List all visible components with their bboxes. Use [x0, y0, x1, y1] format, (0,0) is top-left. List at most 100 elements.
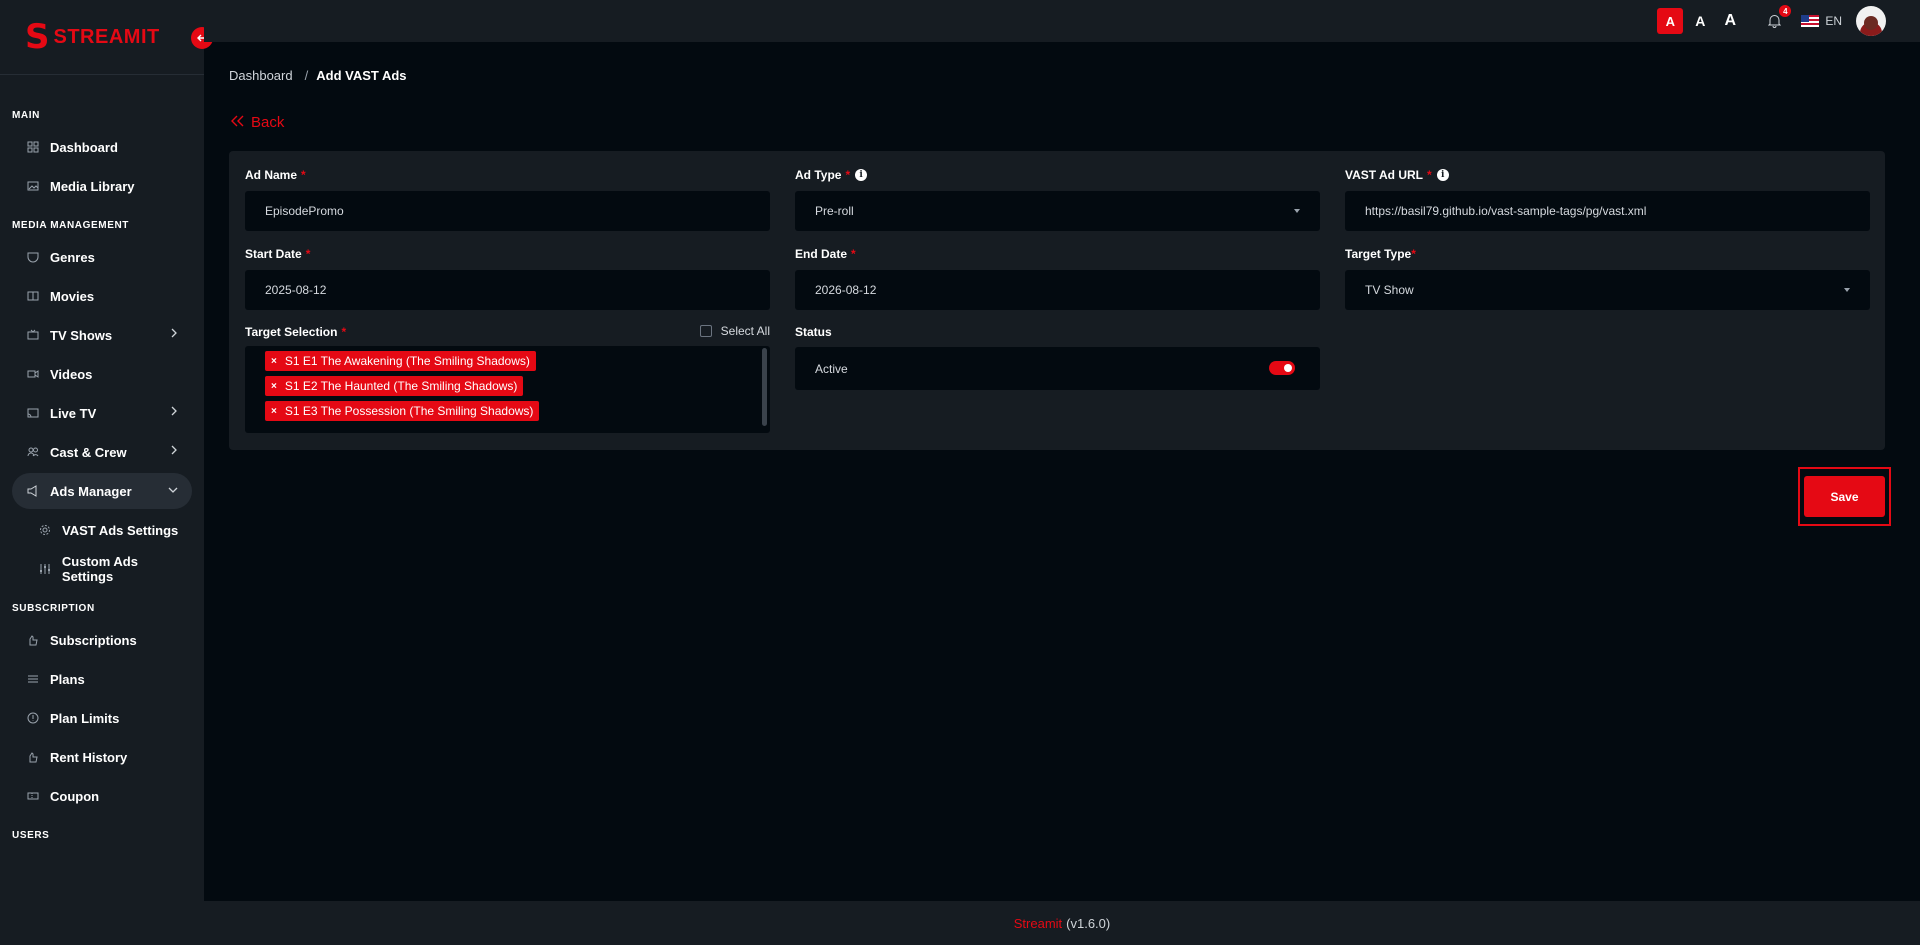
breadcrumb: Dashboard / Add VAST Ads [229, 68, 407, 83]
status-toggle-switch[interactable] [1269, 361, 1295, 375]
sidebar-item-label: VAST Ads Settings [62, 522, 179, 538]
ad-type-value: Pre-roll [815, 204, 854, 218]
required-mark: * [845, 168, 851, 182]
gallery-icon [26, 179, 40, 193]
start-date-label: Start Date * [245, 246, 770, 262]
chevron-right-icon [170, 444, 178, 458]
font-size-medium-button[interactable]: A [1687, 8, 1713, 34]
remove-tag-icon[interactable]: × [271, 356, 277, 367]
sidebar-item-dashboard[interactable]: Dashboard [12, 129, 192, 165]
font-size-small-button[interactable]: A [1657, 8, 1684, 34]
tv-icon [26, 328, 40, 342]
sidebar-item-label: Genres [50, 249, 95, 265]
sidebar-item-label: Movies [50, 288, 95, 304]
remove-tag-icon[interactable]: × [271, 381, 277, 392]
sidebar-item-label: Rent History [50, 749, 128, 765]
us-flag-icon[interactable] [1801, 15, 1820, 27]
ad-type-label: Ad Type * i [795, 167, 1320, 183]
sidebar-item-plans[interactable]: Plans [12, 661, 192, 697]
sidebar-item-label: Videos [50, 366, 93, 382]
sidebar-item-vast-ads-settings[interactable]: VAST Ads Settings [12, 512, 192, 548]
ad-type-group: Ad Type * i [795, 167, 1320, 183]
sidebar-item-cast-crew[interactable]: Cast & Crew [12, 434, 192, 470]
brand-logo[interactable]: S STREAMIT [0, 0, 213, 75]
sidebar-item-ads-manager[interactable]: Ads Manager [12, 473, 192, 509]
notifications-button[interactable]: 4 [1765, 5, 1792, 30]
sidebar-item-videos[interactable]: Videos [12, 356, 192, 392]
required-mark: * [301, 168, 306, 182]
selected-tag: × S1 E2 The Haunted (The Smiling Shadows… [265, 376, 524, 396]
end-date-value: 2026-08-12 [815, 283, 877, 297]
sidebar-item-movies[interactable]: Movies [12, 278, 192, 314]
vast-ad-form-card: Ad Name * EpisodePromo Ad Type * i Pre-roll… [229, 151, 1885, 450]
checkbox-box[interactable] [699, 325, 712, 337]
target-selection-multiselect[interactable]: × S1 E1 The Awakening (The Smiling Shado… [245, 346, 770, 433]
required-mark: * [305, 247, 311, 261]
end-date-group: End Date * [795, 246, 1320, 262]
ad-name-input[interactable]: EpisodePromo [245, 191, 770, 231]
font-size-large-button[interactable]: A [1717, 8, 1743, 34]
required-mark: * [1427, 168, 1432, 182]
status-value: Active [815, 361, 848, 376]
chevron-right-icon [170, 327, 178, 341]
required-mark: * [1411, 247, 1416, 261]
end-date-label-text: End Date [795, 247, 848, 261]
sidebar-item-rent-history[interactable]: Rent History [12, 739, 192, 775]
chevron-down-icon [168, 483, 178, 497]
caret-down-icon [1294, 209, 1300, 213]
remove-tag-icon[interactable]: × [271, 406, 277, 417]
target-type-select[interactable]: TV Show [1345, 270, 1870, 310]
target-type-label: Target Type * [1345, 246, 1870, 262]
sidebar-item-custom-ads-settings[interactable]: Custom Ads Settings [12, 551, 192, 587]
sidebar-item-label: Plan Limits [50, 710, 120, 726]
sidebar-item-tv-shows[interactable]: TV Shows [12, 317, 192, 353]
megaphone-icon [26, 484, 40, 498]
status-label: Status [795, 325, 832, 339]
video-icon [26, 367, 40, 381]
people-icon [26, 445, 40, 459]
info-icon[interactable]: i [855, 169, 868, 181]
double-chevron-left-icon [231, 114, 245, 131]
breadcrumb-current: Add VAST Ads [316, 68, 407, 83]
start-date-value: 2025-08-12 [265, 283, 327, 297]
start-date-group: Start Date * [245, 246, 770, 262]
sidebar-item-label: Dashboard [50, 139, 118, 155]
sidebar-item-live-tv[interactable]: Live TV [12, 395, 192, 431]
language-selector[interactable]: EN [1825, 14, 1842, 28]
ad-name-label: Ad Name * [245, 167, 770, 183]
multiselect-scrollbar[interactable] [762, 348, 767, 426]
user-avatar[interactable] [1856, 6, 1886, 36]
start-date-label-text: Start Date [245, 247, 302, 261]
grid-icon [26, 140, 40, 154]
ad-type-select[interactable]: Pre-roll [795, 191, 1320, 231]
sidebar-item-plan-limits[interactable]: Plan Limits [12, 700, 192, 736]
sidebar-item-subscriptions[interactable]: Subscriptions [12, 622, 192, 658]
section-title-media-management: MEDIA MANAGEMENT [12, 220, 130, 231]
breadcrumb-separator: / [304, 68, 309, 83]
start-date-input[interactable]: 2025-08-12 [245, 270, 770, 310]
back-label: Back [251, 114, 285, 131]
vast-url-value: https://basil79.github.io/vast-sample-ta… [1365, 204, 1647, 218]
end-date-label: End Date * [795, 246, 1320, 262]
info-icon[interactable]: i [1436, 169, 1449, 181]
vast-url-input[interactable]: https://basil79.github.io/vast-sample-ta… [1345, 191, 1870, 231]
sidebar: S STREAMIT MAIN Dashboard Media Library … [0, 0, 213, 945]
sidebar-item-media-library[interactable]: Media Library [12, 168, 192, 204]
list-icon [26, 672, 40, 686]
target-type-value: TV Show [1365, 283, 1414, 297]
select-all-label: Select All [720, 324, 770, 338]
end-date-input[interactable]: 2026-08-12 [795, 270, 1320, 310]
select-all-checkbox[interactable]: Select All [699, 324, 770, 338]
target-selection-label: Target Selection * [245, 324, 770, 340]
sidebar-item-label: Subscriptions [50, 632, 137, 648]
save-button[interactable]: Save [1804, 476, 1885, 517]
back-link[interactable]: Back [231, 114, 284, 131]
sidebar-item-label: TV Shows [50, 327, 113, 343]
save-button-highlight: Save [1798, 467, 1891, 526]
hand-icon [26, 750, 40, 764]
breadcrumb-dashboard-link[interactable]: Dashboard [229, 68, 293, 83]
footer-brand-link[interactable]: Streamit [1014, 916, 1062, 931]
sidebar-item-coupon[interactable]: Coupon [12, 778, 192, 814]
sidebar-item-label: Custom Ads Settings [61, 554, 138, 584]
sidebar-item-genres[interactable]: Genres [12, 239, 192, 275]
